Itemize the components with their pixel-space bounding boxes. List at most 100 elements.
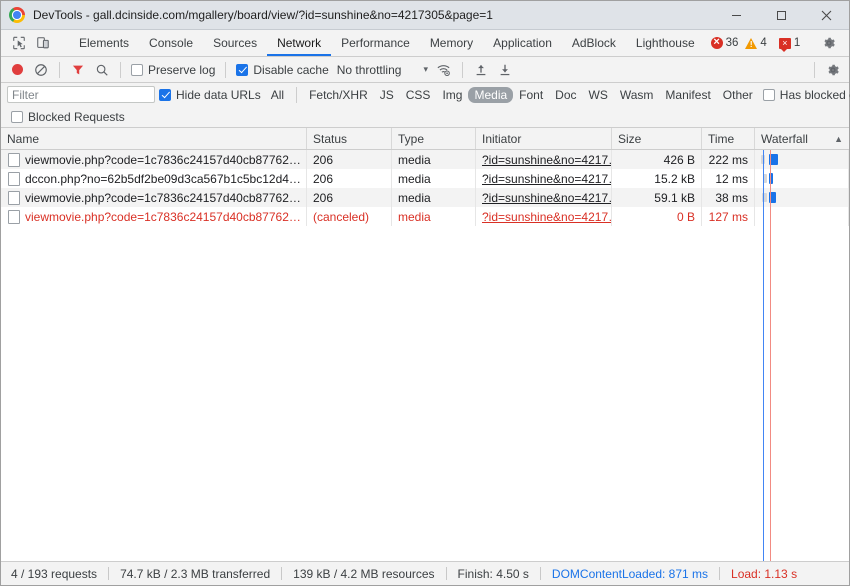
column-header-type[interactable]: Type (392, 128, 476, 149)
device-toolbar-icon[interactable] (31, 31, 55, 55)
column-header-size[interactable]: Size (612, 128, 702, 149)
table-row[interactable]: viewmovie.php?code=1c7836c24157d40cb8776… (1, 188, 849, 207)
preserve-log-checkbox[interactable]: Preserve log (127, 63, 219, 77)
tab-console[interactable]: Console (139, 30, 203, 56)
filter-type-css[interactable]: CSS (400, 87, 437, 103)
clear-button[interactable] (29, 59, 53, 81)
tab-performance[interactable]: Performance (331, 30, 420, 56)
export-har-icon[interactable] (493, 59, 517, 81)
cell-waterfall (755, 150, 849, 169)
issues-counter[interactable]: × 1 (773, 34, 806, 53)
column-header-time[interactable]: Time (702, 128, 755, 149)
tab-label: Network (277, 36, 322, 50)
column-label: Size (618, 131, 642, 146)
column-label: Time (708, 131, 735, 146)
filter-type-ws[interactable]: WS (583, 87, 614, 103)
tab-label: Lighthouse (635, 36, 695, 50)
throttling-dropdown[interactable]: No throttling ▾ (333, 63, 432, 77)
filter-bar-secondary: Blocked Requests (1, 106, 849, 128)
filter-type-manifest[interactable]: Manifest (659, 87, 716, 103)
record-button[interactable] (5, 59, 29, 81)
error-count: 36 (725, 37, 739, 49)
filter-type-fetch-xhr[interactable]: Fetch/XHR (303, 87, 374, 103)
filter-type-img[interactable]: Img (436, 87, 468, 103)
search-button[interactable] (90, 59, 114, 81)
request-name: viewmovie.php?code=1c7836c24157d40cb8776… (25, 190, 306, 205)
column-header-waterfall[interactable]: Waterfall ▲ (755, 128, 849, 149)
tab-elements[interactable]: Elements (69, 30, 139, 56)
tab-label: Console (149, 36, 194, 50)
import-har-icon[interactable] (469, 59, 493, 81)
cell-name: viewmovie.php?code=1c7836c24157d40cb8776… (1, 207, 307, 226)
tab-sources[interactable]: Sources (203, 30, 267, 56)
cell-initiator: ?id=sunshine&no=4217… (476, 207, 612, 226)
table-row[interactable]: viewmovie.php?code=1c7836c24157d40cb8776… (1, 207, 849, 226)
minimize-button[interactable] (714, 1, 759, 30)
has-blocked-cookies-label: Has blocked cookies (779, 87, 850, 102)
initiator-link[interactable]: ?id=sunshine&no=4217… (482, 210, 611, 224)
cell-type: media (392, 207, 476, 226)
initiator-link[interactable]: ?id=sunshine&no=4217… (482, 191, 611, 205)
filter-divider (296, 86, 298, 103)
inspect-toolbar (1, 30, 59, 56)
media-file-icon (8, 209, 20, 224)
column-header-name[interactable]: Name (1, 128, 307, 149)
filter-type-js[interactable]: JS (374, 87, 400, 103)
table-header-row: Name Status Type Initiator Size Time Wat… (1, 128, 849, 150)
filter-type-wasm[interactable]: Wasm (614, 87, 660, 103)
initiator-link[interactable]: ?id=sunshine&no=4217… (482, 153, 611, 167)
panel-tabs: Elements Console Sources Network Perform… (69, 30, 705, 56)
has-blocked-cookies-checkbox[interactable]: Has blocked cookies (759, 88, 850, 102)
tab-label: Sources (213, 36, 258, 50)
tab-adblock[interactable]: AdBlock (562, 30, 626, 56)
initiator-link[interactable]: ?id=sunshine&no=4217… (482, 172, 611, 186)
filter-type-font[interactable]: Font (513, 87, 549, 103)
finish-time: Finish: 4.50 s (457, 566, 529, 581)
cell-initiator: ?id=sunshine&no=4217… (476, 169, 612, 188)
disable-cache-checkbox[interactable]: Disable cache (232, 63, 332, 77)
filter-type-other[interactable]: Other (717, 87, 759, 103)
checkbox-box (11, 110, 23, 123)
column-header-status[interactable]: Status (307, 128, 392, 149)
cell-size: 426 B (612, 150, 702, 169)
network-request-table: Name Status Type Initiator Size Time Wat… (1, 128, 849, 561)
cell-name: viewmovie.php?code=1c7836c24157d40cb8776… (1, 150, 307, 169)
column-label: Waterfall (761, 131, 808, 146)
devtools-window: DevTools - gall.dcinside.com/mgallery/bo… (0, 0, 850, 586)
request-name: viewmovie.php?code=1c7836c24157d40cb8776… (25, 152, 306, 167)
network-conditions-icon[interactable] (432, 59, 456, 81)
inspect-element-icon[interactable] (7, 31, 31, 55)
checkbox-box (236, 63, 249, 76)
filter-input[interactable] (7, 86, 155, 103)
request-name: dccon.php?no=62b5df2be09d3ca567b1c5bc12d… (25, 171, 306, 186)
column-header-initiator[interactable]: Initiator (476, 128, 612, 149)
table-row[interactable]: viewmovie.php?code=1c7836c24157d40cb8776… (1, 150, 849, 169)
console-issues-counter[interactable]: 36 4 (705, 34, 773, 53)
close-button[interactable] (804, 1, 849, 30)
toolbar-divider (814, 61, 815, 78)
filter-button[interactable] (66, 59, 90, 81)
requests-count: 4 / 193 requests (11, 566, 98, 581)
cell-initiator: ?id=sunshine&no=4217… (476, 188, 612, 207)
tab-network[interactable]: Network (267, 30, 332, 56)
devtools-tab-strip: Elements Console Sources Network Perform… (1, 30, 849, 57)
filter-type-media[interactable]: Media (468, 86, 514, 103)
waterfall-pending-bar (762, 193, 767, 202)
tab-lighthouse[interactable]: Lighthouse (626, 30, 705, 56)
blocked-requests-checkbox[interactable]: Blocked Requests (7, 110, 129, 124)
tab-application[interactable]: Application (483, 30, 562, 56)
table-row[interactable]: dccon.php?no=62b5df2be09d3ca567b1c5bc12d… (1, 169, 849, 188)
toolbar-divider (120, 61, 121, 78)
error-icon (710, 36, 723, 49)
gear-icon[interactable] (817, 31, 841, 55)
network-settings-gear-icon[interactable] (821, 59, 845, 81)
kebab-menu-icon[interactable] (841, 31, 850, 55)
waterfall-pending-bar (761, 155, 765, 164)
filter-type-all[interactable]: All (265, 87, 290, 103)
cell-time: 222 ms (702, 150, 755, 169)
filter-type-doc[interactable]: Doc (549, 87, 582, 103)
waterfall-pending-bar (763, 174, 767, 183)
hide-data-urls-checkbox[interactable]: Hide data URLs (155, 88, 265, 102)
tab-memory[interactable]: Memory (420, 30, 483, 56)
maximize-button[interactable] (759, 1, 804, 30)
